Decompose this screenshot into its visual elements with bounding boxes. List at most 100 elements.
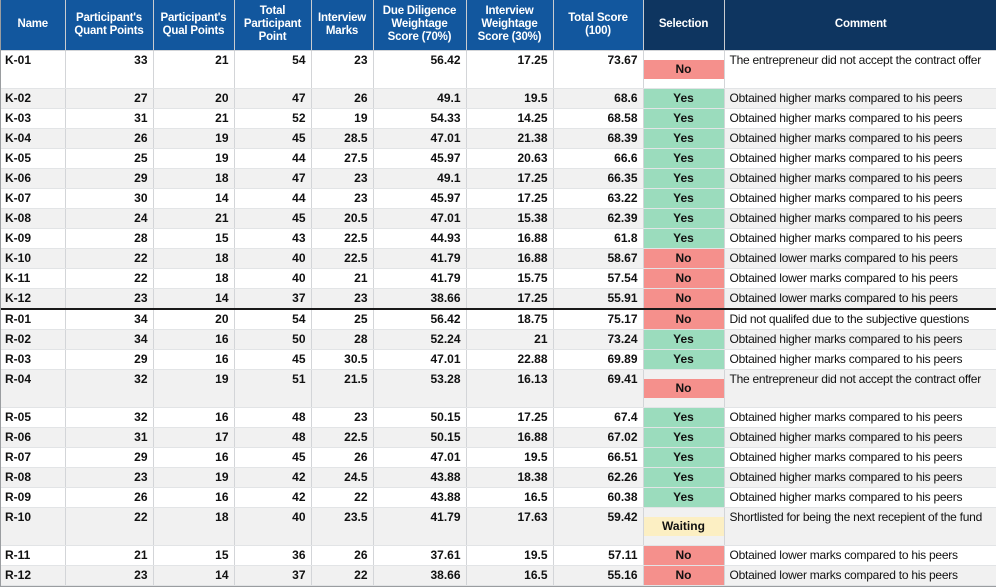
cell-interview: 28 (311, 329, 374, 350)
cell-qual: 19 (153, 148, 235, 169)
cell-name: R-10 (1, 507, 66, 546)
column-header-name[interactable]: Name (1, 0, 66, 50)
cell-selection[interactable]: Waiting (643, 507, 725, 546)
table-row[interactable]: R-01 34 20 54 25 56.42 18.75 75.17 No Did not qua… (1, 308, 996, 330)
cell-total_score: 61.8 (553, 228, 644, 249)
table-row[interactable]: R-05 32 16 48 23 50.15 17.25 67.4 Yes Obtained hi… (1, 407, 996, 428)
cell-iw30: 16.5 (466, 565, 554, 586)
cell-selection[interactable]: No (643, 545, 725, 566)
table-row[interactable]: R-02 34 16 50 28 52.24 21 73.24 Yes Obtained high… (1, 329, 996, 350)
cell-quant: 34 (65, 329, 154, 350)
table-row[interactable]: R-12 23 14 37 22 38.66 16.5 55.16 No Obtained low… (1, 565, 996, 586)
column-header-selection[interactable]: Selection (643, 0, 725, 50)
column-header-total_score[interactable]: Total Score (100) (553, 0, 644, 50)
cell-selection[interactable]: Yes (643, 329, 725, 350)
cell-quant: 32 (65, 407, 154, 428)
cell-selection[interactable]: No (643, 49, 725, 89)
cell-iw30: 22.88 (466, 349, 554, 370)
column-header-comment[interactable]: Comment (724, 0, 996, 50)
cell-interview: 26 (311, 88, 374, 109)
cell-comment: Obtained lower marks compared to his pee… (724, 268, 996, 289)
selection-badge: Yes (643, 188, 723, 207)
cell-iw30: 15.75 (466, 268, 554, 289)
cell-selection[interactable]: Yes (643, 88, 725, 109)
cell-selection[interactable]: No (643, 369, 725, 408)
column-header-dd70[interactable]: Due Diligence Weightage Score (70%) (373, 0, 467, 50)
cell-total_point: 45 (234, 447, 312, 468)
table-row[interactable]: K-05 25 19 44 27.5 45.97 20.63 66.6 Yes Obtained … (1, 148, 996, 169)
cell-dd70: 41.79 (373, 507, 467, 546)
cell-selection[interactable]: No (643, 565, 725, 586)
cell-dd70: 47.01 (373, 349, 467, 370)
table-row[interactable]: R-09 26 16 42 22 43.88 16.5 60.38 Yes Obtained hi… (1, 487, 996, 508)
table-row[interactable]: R-06 31 17 48 22.5 50.15 16.88 67.02 Yes Obtained… (1, 427, 996, 448)
cell-iw30: 16.88 (466, 248, 554, 269)
column-header-qual[interactable]: Participant's Qual Points (153, 0, 235, 50)
cell-selection[interactable]: Yes (643, 467, 725, 488)
column-header-interview[interactable]: Interview Marks (311, 0, 374, 50)
cell-total_score: 75.17 (553, 308, 644, 330)
cell-selection[interactable]: Yes (643, 128, 725, 149)
cell-interview: 22 (311, 565, 374, 586)
selection-badge: Yes (643, 208, 723, 227)
cell-selection[interactable]: Yes (643, 208, 725, 229)
table-row[interactable]: R-03 29 16 45 30.5 47.01 22.88 69.89 Yes Obtained… (1, 349, 996, 370)
cell-iw30: 17.25 (466, 188, 554, 209)
column-header-quant[interactable]: Participant's Quant Points (65, 0, 154, 50)
table-row[interactable]: K-10 22 18 40 22.5 41.79 16.88 58.67 No Obtained … (1, 248, 996, 269)
selection-badge: No (643, 378, 723, 398)
cell-quant: 27 (65, 88, 154, 109)
table-row[interactable]: K-04 26 19 45 28.5 47.01 21.38 68.39 Yes Obtained… (1, 128, 996, 149)
table-row[interactable]: R-04 32 19 51 21.5 53.28 16.13 69.41 No The entre… (1, 369, 996, 408)
table-row[interactable]: K-02 27 20 47 26 49.1 19.5 68.6 Yes Obtained high… (1, 88, 996, 109)
cell-selection[interactable]: Yes (643, 108, 725, 129)
cell-selection[interactable]: Yes (643, 487, 725, 508)
cell-interview: 23.5 (311, 507, 374, 546)
table-row[interactable]: R-10 22 18 40 23.5 41.79 17.63 59.42 Waiting Shor… (1, 507, 996, 546)
table-row[interactable]: K-11 22 18 40 21 41.79 15.75 57.54 No Obtained lo… (1, 268, 996, 289)
cell-iw30: 16.13 (466, 369, 554, 408)
cell-name: K-06 (1, 168, 66, 189)
cell-selection[interactable]: No (643, 248, 725, 269)
cell-iw30: 17.63 (466, 507, 554, 546)
cell-selection[interactable]: No (643, 288, 725, 310)
cell-interview: 22.5 (311, 427, 374, 448)
cell-qual: 21 (153, 49, 235, 89)
cell-selection[interactable]: Yes (643, 188, 725, 209)
cell-interview: 21.5 (311, 369, 374, 408)
cell-selection[interactable]: Yes (643, 228, 725, 249)
table-row[interactable]: K-09 28 15 43 22.5 44.93 16.88 61.8 Yes Obtained … (1, 228, 996, 249)
cell-selection[interactable]: Yes (643, 407, 725, 428)
table-row[interactable]: K-01 33 21 54 23 56.42 17.25 73.67 No The entrepr… (1, 49, 996, 89)
cell-comment: Obtained higher marks compared to his pe… (724, 148, 996, 169)
cell-interview: 22 (311, 487, 374, 508)
table-row[interactable]: R-07 29 16 45 26 47.01 19.5 66.51 Yes Obtained hi… (1, 447, 996, 468)
column-header-iw30[interactable]: Interview Weightage Score (30%) (466, 0, 554, 50)
cell-selection[interactable]: Yes (643, 349, 725, 370)
cell-total_point: 45 (234, 208, 312, 229)
table-row[interactable]: K-06 29 18 47 23 49.1 17.25 66.35 Yes Obtained hi… (1, 168, 996, 189)
cell-quant: 24 (65, 208, 154, 229)
table-row[interactable]: K-03 31 21 52 19 54.33 14.25 68.58 Yes Obtained h… (1, 108, 996, 129)
cell-interview: 30.5 (311, 349, 374, 370)
table-row[interactable]: K-08 24 21 45 20.5 47.01 15.38 62.39 Yes Obtained… (1, 208, 996, 229)
table-row[interactable]: R-11 21 15 36 26 37.61 19.5 57.11 No Obtained low… (1, 545, 996, 566)
table-row[interactable]: R-08 23 19 42 24.5 43.88 18.38 62.26 Yes Obtained… (1, 467, 996, 488)
cell-dd70: 38.66 (373, 288, 467, 310)
cell-comment: Obtained higher marks compared to his pe… (724, 228, 996, 249)
table-row[interactable]: K-12 23 14 37 23 38.66 17.25 55.91 No Obtained lo… (1, 288, 996, 310)
column-header-total_point[interactable]: Total Participant Point (234, 0, 312, 50)
cell-total_score: 57.54 (553, 268, 644, 289)
cell-selection[interactable]: Yes (643, 427, 725, 448)
cell-name: R-04 (1, 369, 66, 408)
cell-selection[interactable]: Yes (643, 447, 725, 468)
cell-selection[interactable]: No (643, 308, 725, 330)
cell-selection[interactable]: No (643, 268, 725, 289)
cell-selection[interactable]: Yes (643, 168, 725, 189)
cell-comment: Obtained higher marks compared to his pe… (724, 88, 996, 109)
cell-selection[interactable]: Yes (643, 148, 725, 169)
cell-total_point: 54 (234, 49, 312, 89)
cell-quant: 23 (65, 467, 154, 488)
table-row[interactable]: K-07 30 14 44 23 45.97 17.25 63.22 Yes Obtained h… (1, 188, 996, 209)
cell-total_score: 58.67 (553, 248, 644, 269)
